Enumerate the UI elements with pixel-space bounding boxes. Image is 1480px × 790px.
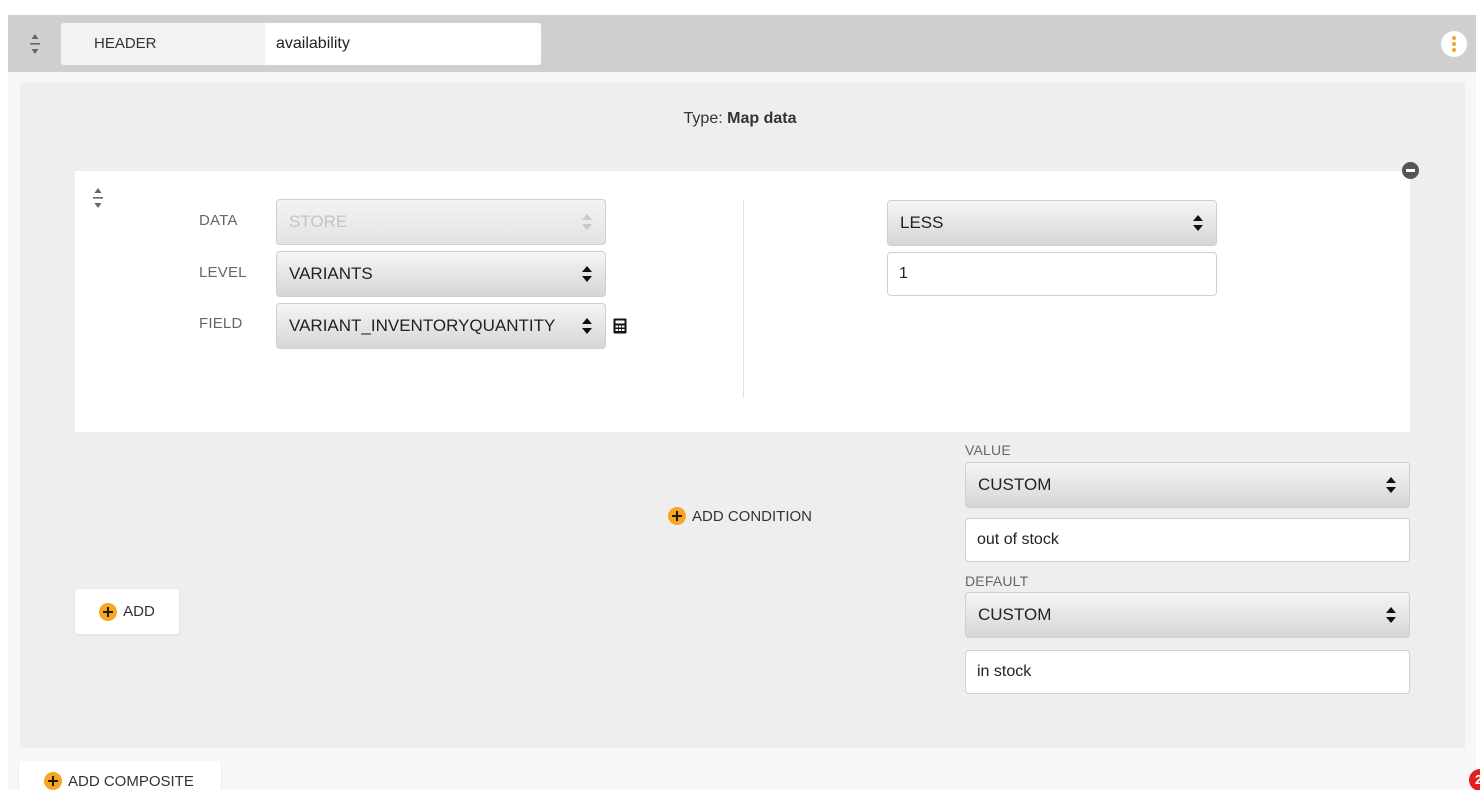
plus-circle-icon <box>99 602 118 621</box>
data-select-value: STORE <box>289 212 348 231</box>
default-text-input[interactable] <box>965 650 1410 694</box>
field-label: FIELD <box>199 315 243 332</box>
data-select: STORE <box>276 199 606 245</box>
operator-select-value: LESS <box>900 213 944 232</box>
sort-caret-icon <box>1193 215 1203 231</box>
data-label: DATA <box>199 212 238 229</box>
remove-circle-icon[interactable] <box>1402 162 1419 179</box>
level-select-value: VARIANTS <box>289 264 373 283</box>
add-condition-button[interactable]: ADD CONDITION <box>668 505 812 527</box>
add-label: ADD <box>123 603 155 620</box>
plus-circle-icon <box>44 772 62 790</box>
field-select-value: VARIANT_INVENTORYQUANTITY <box>289 316 556 335</box>
sort-caret-icon <box>582 214 592 230</box>
value-label: VALUE <box>965 442 1011 458</box>
calculator-icon[interactable] <box>613 318 627 334</box>
value-type-select[interactable]: CUSTOM <box>965 462 1410 508</box>
add-composite-button[interactable]: ADD COMPOSITE <box>19 761 221 790</box>
field-select[interactable]: VARIANT_INVENTORYQUANTITY <box>276 303 606 349</box>
add-condition-label: ADD CONDITION <box>692 507 812 525</box>
sort-caret-icon <box>1386 477 1396 493</box>
default-type-select[interactable]: CUSTOM <box>965 592 1410 638</box>
mapping-type: Type: Map data <box>0 110 1480 128</box>
header-name-input[interactable] <box>265 23 541 65</box>
compare-value-input[interactable] <box>887 252 1217 296</box>
level-select[interactable]: VARIANTS <box>276 251 606 297</box>
notification-badge[interactable]: 2 <box>1469 769 1480 790</box>
add-button[interactable]: ADD <box>75 589 179 634</box>
kebab-menu-icon[interactable] <box>1441 31 1467 57</box>
sort-caret-icon <box>582 266 592 282</box>
operator-select[interactable]: LESS <box>887 200 1217 246</box>
default-type-value: CUSTOM <box>978 605 1052 624</box>
type-value: Map data <box>727 110 797 127</box>
level-label: LEVEL <box>199 264 247 281</box>
header-label: HEADER <box>61 23 266 65</box>
drag-handle-icon[interactable] <box>28 33 42 55</box>
type-prefix: Type: <box>683 110 723 127</box>
drag-handle-icon[interactable] <box>91 187 105 209</box>
default-label: DEFAULT <box>965 573 1029 589</box>
sort-caret-icon <box>1386 607 1396 623</box>
add-composite-label: ADD COMPOSITE <box>68 772 194 790</box>
condition-divider <box>743 200 744 398</box>
value-text-input[interactable] <box>965 518 1410 562</box>
sort-caret-icon <box>582 318 592 334</box>
value-type-value: CUSTOM <box>978 475 1052 494</box>
plus-circle-icon <box>668 507 686 525</box>
